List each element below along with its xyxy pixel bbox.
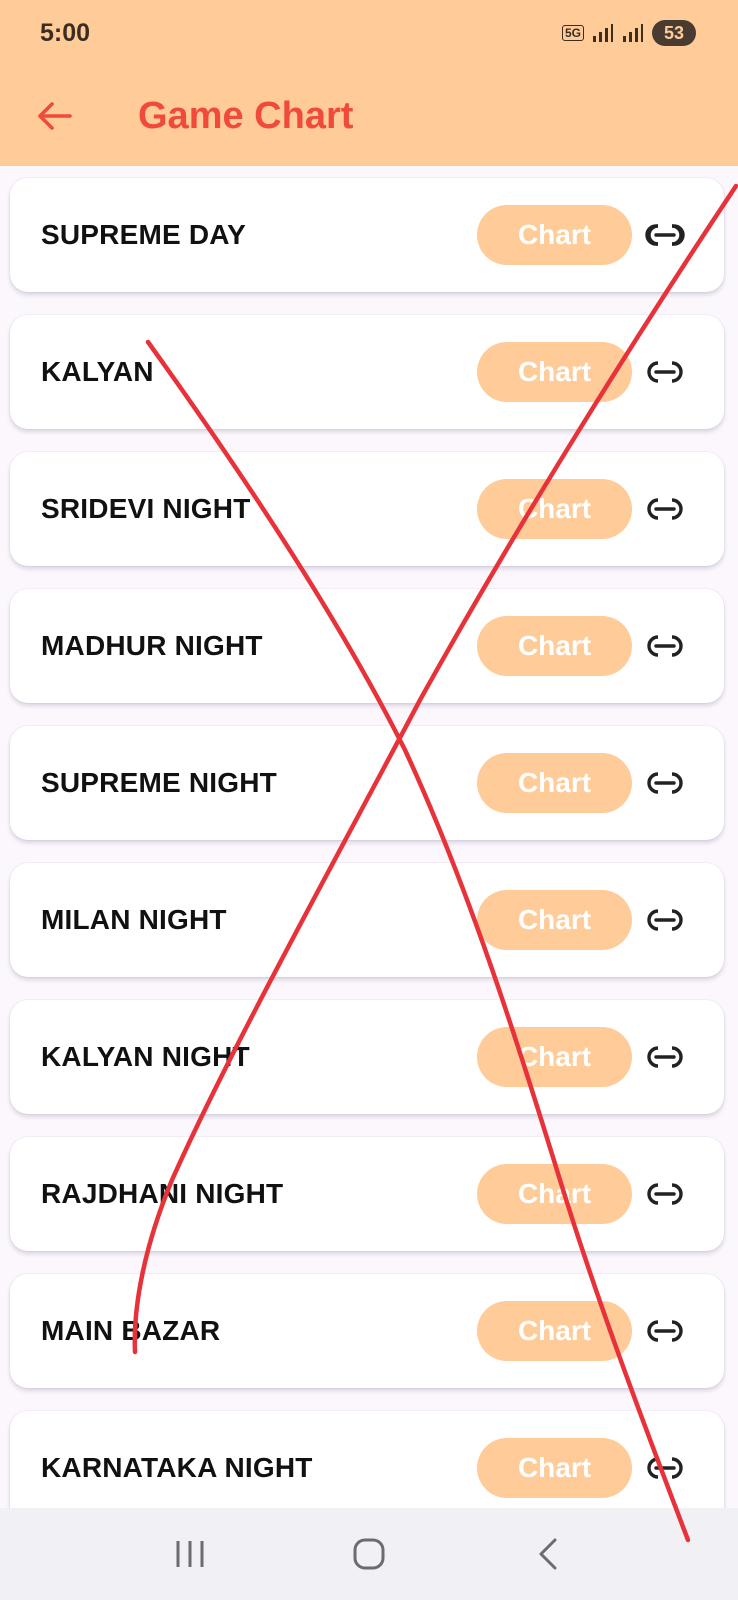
- back-button[interactable]: [24, 86, 84, 146]
- status-time: 5:00: [40, 18, 91, 47]
- link-button[interactable]: [643, 213, 687, 257]
- game-row-kalyan: KALYAN Chart: [10, 315, 724, 429]
- game-name: MILAN NIGHT: [41, 904, 227, 935]
- back-icon: [539, 1538, 557, 1570]
- link-button[interactable]: [643, 898, 687, 942]
- chart-button[interactable]: Chart: [477, 1438, 632, 1498]
- link-icon: [647, 909, 683, 931]
- game-row-sridevi-night: SRIDEVI NIGHT Chart: [10, 452, 724, 566]
- arrow-left-icon: [38, 102, 72, 130]
- game-row-supreme-day: SUPREME DAY Chart: [10, 178, 724, 292]
- link-button[interactable]: [643, 1035, 687, 1079]
- game-row-main-bazar: MAIN BAZAR Chart: [10, 1274, 724, 1388]
- link-button[interactable]: [643, 1446, 687, 1490]
- link-icon: [647, 1046, 683, 1068]
- game-name: KALYAN: [41, 356, 154, 387]
- link-icon: [647, 498, 683, 520]
- home-button[interactable]: [339, 1524, 399, 1584]
- system-nav-bar: [0, 1508, 738, 1600]
- app-bar: Game Chart: [0, 66, 738, 166]
- link-button[interactable]: [643, 1172, 687, 1216]
- game-name: RAJDHANI NIGHT: [41, 1178, 284, 1209]
- chart-button[interactable]: Chart: [477, 753, 632, 813]
- chart-button[interactable]: Chart: [477, 616, 632, 676]
- game-name: SUPREME NIGHT: [41, 767, 277, 798]
- link-icon: [647, 1183, 683, 1205]
- link-button[interactable]: [643, 761, 687, 805]
- status-icons: 5G 53: [561, 20, 696, 46]
- status-bar: 5:00 5G 53: [0, 0, 738, 66]
- link-button[interactable]: [643, 1309, 687, 1353]
- chart-button[interactable]: Chart: [477, 342, 632, 402]
- link-icon: [647, 635, 683, 657]
- page-title: Game Chart: [138, 94, 354, 137]
- link-button[interactable]: [643, 350, 687, 394]
- chart-button[interactable]: Chart: [477, 890, 632, 950]
- game-name: SRIDEVI NIGHT: [41, 493, 251, 524]
- chart-button[interactable]: Chart: [477, 1164, 632, 1224]
- game-name: KALYAN NIGHT: [41, 1041, 250, 1072]
- link-button[interactable]: [643, 487, 687, 531]
- chart-button[interactable]: Chart: [477, 205, 632, 265]
- link-icon: [647, 772, 683, 794]
- game-name: MADHUR NIGHT: [41, 630, 263, 661]
- game-name: SUPREME DAY: [41, 219, 246, 250]
- link-icon: [647, 1320, 683, 1342]
- game-list[interactable]: SUPREME DAY Chart KALYAN Chart SRIDEVI N…: [0, 166, 738, 1508]
- battery-icon: 53: [652, 20, 696, 46]
- link-button[interactable]: [643, 624, 687, 668]
- link-icon: [645, 224, 685, 246]
- home-icon: [353, 1538, 385, 1570]
- game-row-kalyan-night: KALYAN NIGHT Chart: [10, 1000, 724, 1114]
- recents-icon: [176, 1541, 204, 1567]
- recents-button[interactable]: [160, 1524, 220, 1584]
- game-row-supreme-night: SUPREME NIGHT Chart: [10, 726, 724, 840]
- game-name: MAIN BAZAR: [41, 1315, 221, 1346]
- game-row-rajdhani-night: RAJDHANI NIGHT Chart: [10, 1137, 724, 1251]
- game-row-milan-night: MILAN NIGHT Chart: [10, 863, 724, 977]
- signal-icon: [593, 24, 613, 42]
- game-name: KARNATAKA NIGHT: [41, 1452, 313, 1483]
- chart-button[interactable]: Chart: [477, 1301, 632, 1361]
- chart-button[interactable]: Chart: [477, 1027, 632, 1087]
- signal-icon-2: [623, 24, 643, 42]
- network-5g-icon: 5G: [561, 25, 584, 41]
- chart-button[interactable]: Chart: [477, 479, 632, 539]
- link-icon: [647, 361, 683, 383]
- game-row-madhur-night: MADHUR NIGHT Chart: [10, 589, 724, 703]
- game-row-karnataka-night: KARNATAKA NIGHT Chart: [10, 1411, 724, 1508]
- nav-back-button[interactable]: [518, 1524, 578, 1584]
- link-icon: [647, 1457, 683, 1479]
